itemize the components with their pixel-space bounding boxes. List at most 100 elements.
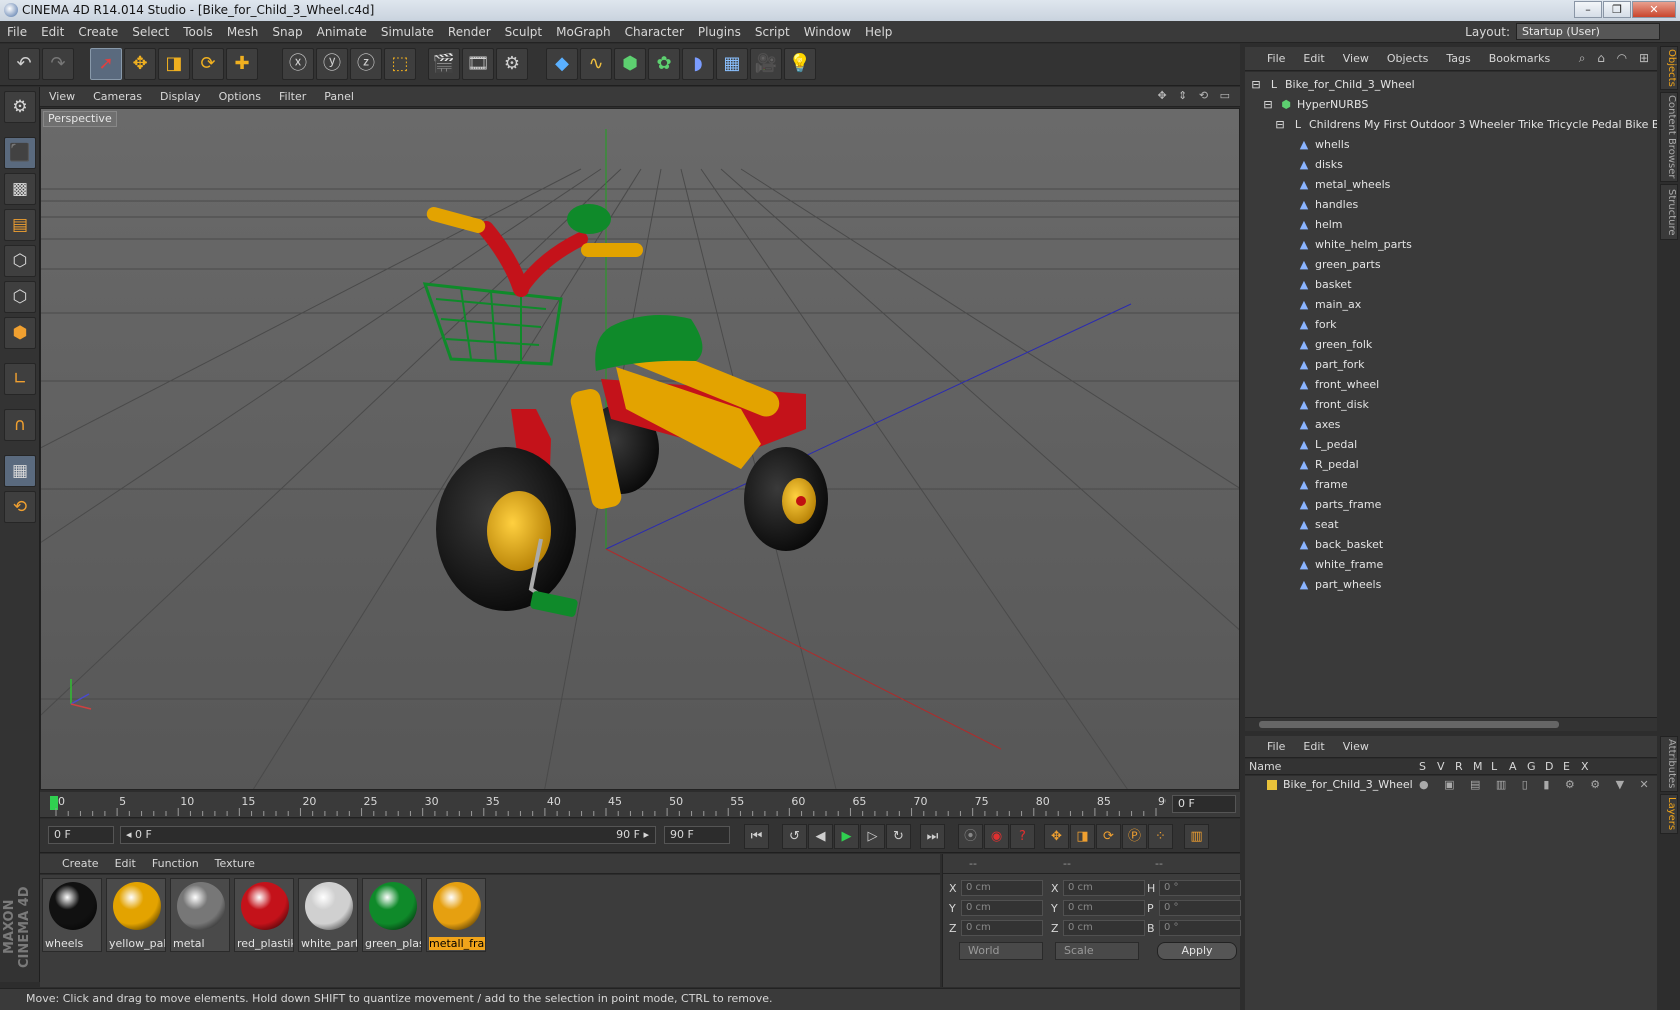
size-mode-dropdown[interactable]: Scale [1055,942,1139,960]
layer-row[interactable]: Bike_for_Child_3_Wheel ● ▣ ▤ ▥ ▯ ▮ ⚙ ⚙ ▼… [1245,776,1657,794]
previous-keyframe-icon[interactable]: ↺ [782,824,807,849]
tab-attributes[interactable]: Attributes [1660,736,1678,792]
menu-simulate[interactable]: Simulate [374,21,441,43]
size-z-field[interactable]: 0 cm [1063,920,1145,936]
menu-tools[interactable]: Tools [176,21,220,43]
rot-p-field[interactable]: 0 ° [1159,900,1241,916]
rotation-key-icon[interactable]: ⟳ [1096,824,1121,849]
tree-item-hypernurbs[interactable]: ⊟ ⬢ HyperNURBS [1245,95,1657,115]
menu-help[interactable]: Help [858,21,899,43]
viewport-menu-display[interactable]: Display [151,87,210,107]
workplane-lock-icon[interactable]: ▦ [4,455,36,487]
objects-menu-objects[interactable]: Objects [1378,47,1438,71]
viewport-menu-filter[interactable]: Filter [270,87,315,107]
y-axis-lock-icon[interactable]: ⓨ [316,48,348,80]
tree-item-group[interactable]: ⊟ L Childrens My First Outdoor 3 Wheeler T… [1245,115,1657,135]
go-to-end-icon[interactable]: ⏭ [920,824,945,849]
collapse-icon[interactable]: ⊟ [1273,115,1287,135]
scrollbar-thumb[interactable] [1259,721,1559,728]
tree-item-back-basket[interactable]: ▲ back_basket [1245,535,1657,555]
material-menu-edit[interactable]: Edit [107,854,144,874]
end-frame-field[interactable]: 90 F [664,826,730,844]
camera-icon[interactable]: 🎥 [750,48,782,80]
objects-menu-view[interactable]: View [1334,47,1378,71]
floor-scene-icon[interactable]: ▦ [716,48,748,80]
scale-tool-icon[interactable]: ◨ [158,48,190,80]
pos-y-field[interactable]: 0 cm [961,900,1043,916]
x-axis-lock-icon[interactable]: ⓧ [282,48,314,80]
object-tree-scrollbar[interactable] [1245,717,1657,731]
move-tool-icon[interactable]: ✥ [124,48,156,80]
play-icon[interactable]: ▶ [834,824,859,849]
menu-select[interactable]: Select [125,21,176,43]
menu-edit[interactable]: Edit [34,21,71,43]
layers-menu-file[interactable]: File [1245,736,1294,758]
material-swatch[interactable]: red_plastik [234,878,294,952]
point-level-key-icon[interactable]: ⁘ [1148,824,1173,849]
tab-content-browser[interactable]: Content Browser [1660,92,1678,182]
render-view-icon[interactable]: 🎬 [428,48,460,80]
subdivision-surface-icon[interactable]: ⬢ [614,48,646,80]
scale-key-icon[interactable]: ◨ [1070,824,1095,849]
menu-mesh[interactable]: Mesh [220,21,266,43]
tree-item-green-folk[interactable]: ▲ green_folk [1245,335,1657,355]
close-button[interactable]: ✕ [1632,1,1676,18]
workplane-mode-icon[interactable]: ▤ [4,209,36,241]
material-swatch[interactable]: yellow_pal: [106,878,166,952]
apply-button[interactable]: Apply [1157,942,1237,960]
tree-item-root[interactable]: ⊟ L Bike_for_Child_3_Wheel [1245,75,1657,95]
tab-objects[interactable]: Objects [1660,46,1678,90]
viewport-menu-panel[interactable]: Panel [315,87,363,107]
rot-h-field[interactable]: 0 ° [1159,880,1241,896]
tree-item-front-wheel[interactable]: ▲ front_wheel [1245,375,1657,395]
tree-item-whells[interactable]: ▲ whells [1245,135,1657,155]
tree-item-fork[interactable]: ▲ fork [1245,315,1657,335]
objects-menu-bookmarks[interactable]: Bookmarks [1480,47,1559,71]
tree-item-helm[interactable]: ▲ helm [1245,215,1657,235]
tree-item-handles[interactable]: ▲ handles [1245,195,1657,215]
menu-mograph[interactable]: MoGraph [549,21,618,43]
texture-mode-icon[interactable]: ▩ [4,173,36,205]
tree-item-basket[interactable]: ▲ basket [1245,275,1657,295]
timeline-ruler[interactable]: 0 5 10 15 20 25 30 35 40 45 50 55 60 65 70 75 80 85 90 0 F [40,792,1240,818]
points-mode-icon[interactable]: ⬡ [4,245,36,277]
recent-tool-icon[interactable]: ✚ [226,48,258,80]
menu-animate[interactable]: Animate [310,21,374,43]
3d-viewport[interactable]: Perspective [40,108,1240,790]
rotate-tool-icon[interactable]: ⟳ [192,48,224,80]
cube-primitive-icon[interactable]: ◆ [546,48,578,80]
material-swatch[interactable]: metal [170,878,230,952]
keyframe-selection-icon[interactable]: ? [1010,824,1035,849]
tree-item-part-wheels[interactable]: ▲ part_wheels [1245,575,1657,595]
viewport-menu-view[interactable]: View [40,87,84,107]
preview-range-slider[interactable]: ◂ 0 F 90 F ▸ [120,826,656,844]
tree-item-front-disk[interactable]: ▲ front_disk [1245,395,1657,415]
tree-item-green-parts[interactable]: ▲ green_parts [1245,255,1657,275]
polygons-mode-icon[interactable]: ⬢ [4,317,36,349]
tab-structure[interactable]: Structure [1660,184,1678,240]
tree-item-axes[interactable]: ▲ axes [1245,415,1657,435]
viewport-menu-cameras[interactable]: Cameras [84,87,151,107]
layers-menu-edit[interactable]: Edit [1294,736,1333,758]
tree-item-white-helm-parts[interactable]: ▲ white_helm_parts [1245,235,1657,255]
object-manager-tool-icons[interactable]: ⌕ ⌂ ◠ ⊞ [1579,51,1653,66]
material-menu-create[interactable]: Create [40,854,107,874]
material-menu-function[interactable]: Function [144,854,207,874]
array-mograph-icon[interactable]: ✿ [648,48,680,80]
tree-item-main-ax[interactable]: ▲ main_ax [1245,295,1657,315]
material-swatch[interactable]: green_plas [362,878,422,952]
tree-item-seat[interactable]: ▲ seat [1245,515,1657,535]
restore-button[interactable]: ❐ [1603,1,1631,18]
size-y-field[interactable]: 0 cm [1063,900,1145,916]
tree-item-part-fork[interactable]: ▲ part_fork [1245,355,1657,375]
rot-b-field[interactable]: 0 ° [1159,920,1241,936]
coordinate-space-dropdown[interactable]: World [959,942,1043,960]
menu-create[interactable]: Create [71,21,125,43]
make-editable-icon[interactable]: ⚙ [4,91,36,123]
planar-workplane-icon[interactable]: ⟲ [4,491,36,523]
collapse-icon[interactable]: ⊟ [1261,95,1275,115]
collapse-icon[interactable]: ⊟ [1249,75,1263,95]
tree-item-frame[interactable]: ▲ frame [1245,475,1657,495]
menu-plugins[interactable]: Plugins [691,21,748,43]
tree-item-white-frame[interactable]: ▲ white_frame [1245,555,1657,575]
